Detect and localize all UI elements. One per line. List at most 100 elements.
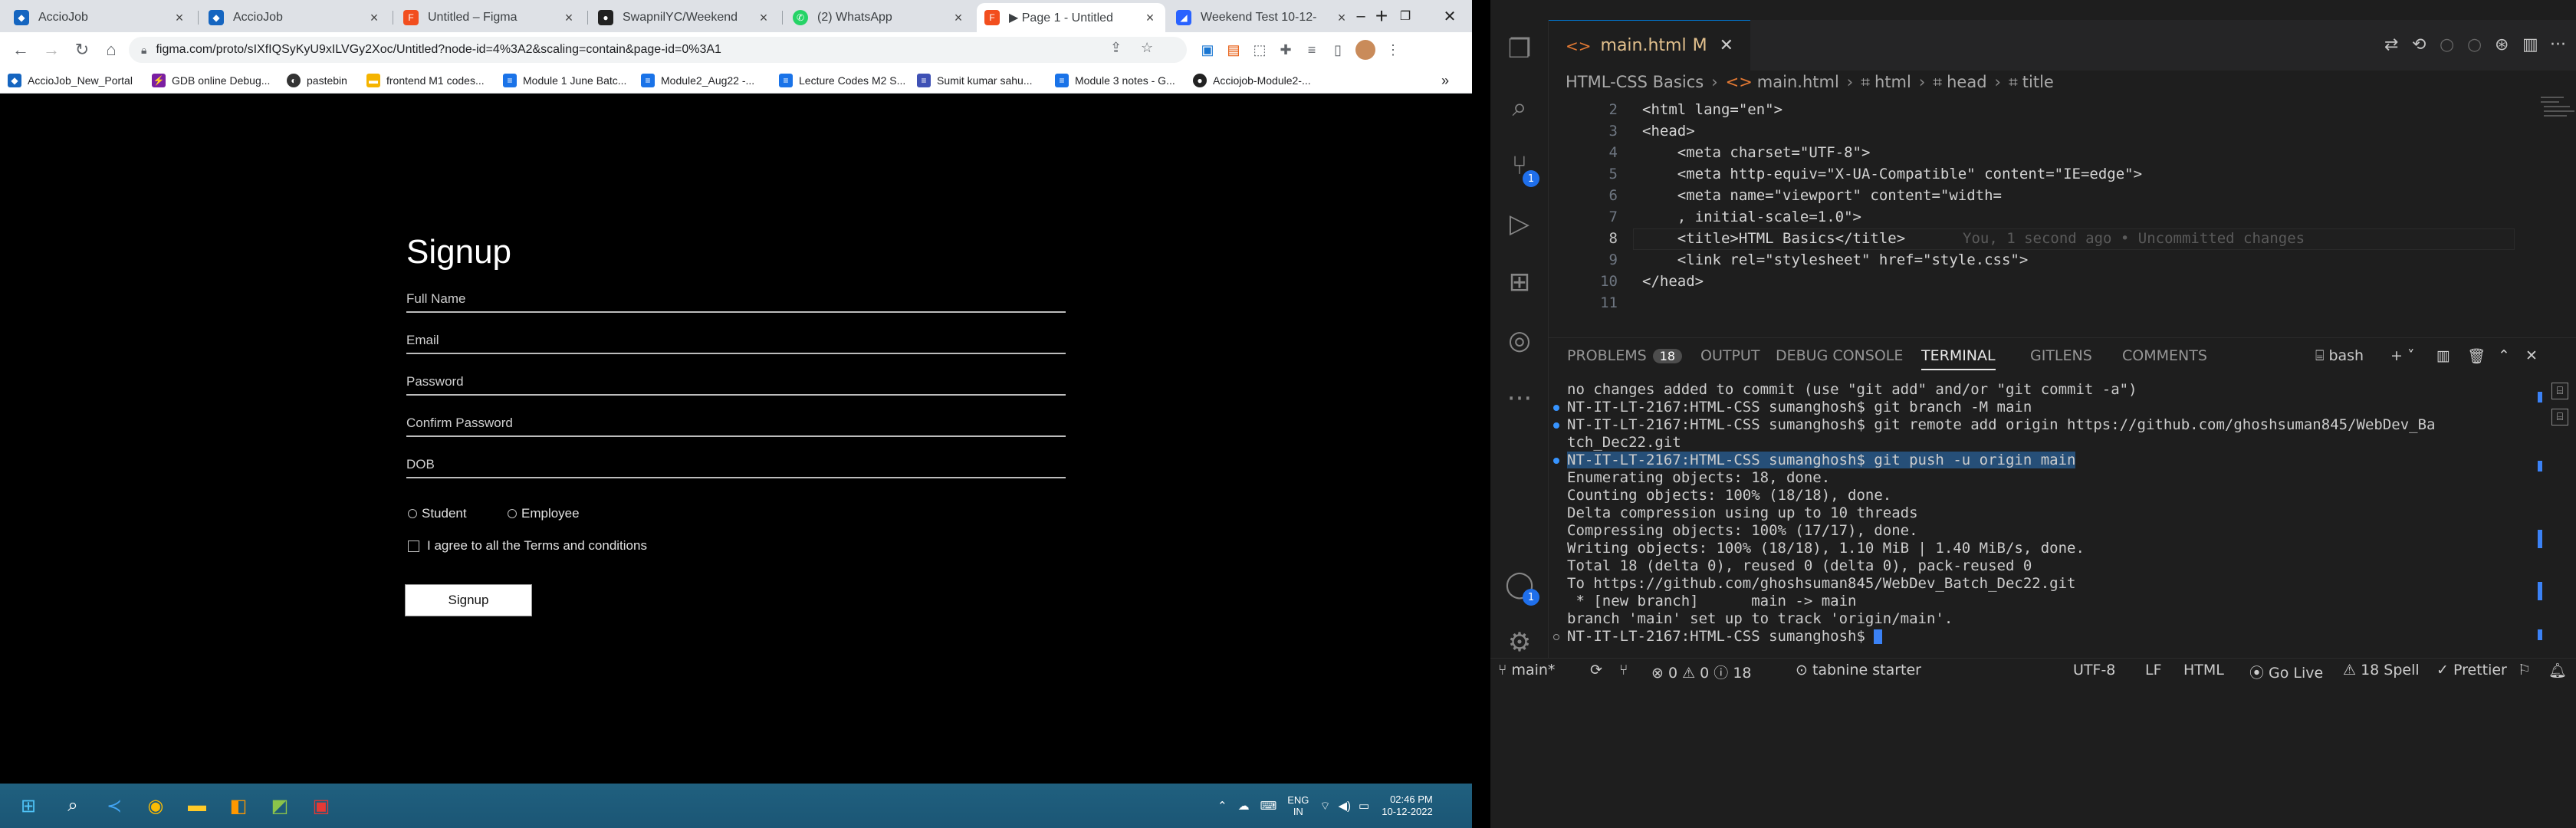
dob-field[interactable]: DOB — [406, 446, 1066, 478]
tab-weekend-test[interactable]: ◢ Weekend Test 10-12- × — [1168, 3, 1357, 32]
code-editor[interactable]: 2 <html lang="en"> 3 <head> 4 <meta char… — [1549, 94, 2576, 324]
language-mode[interactable]: HTML — [2183, 662, 2224, 678]
onedrive-icon[interactable]: ☁ — [1238, 799, 1250, 813]
bookmark-item[interactable]: ◐ pastebin — [287, 71, 347, 90]
close-icon[interactable]: × — [951, 10, 966, 26]
bookmark-item[interactable]: ≡ Sumit kumar sahu... — [917, 71, 1033, 90]
explorer-icon[interactable]: ❐ — [1490, 20, 1549, 78]
password-field[interactable]: Password — [406, 363, 1066, 396]
media-icon[interactable]: ≡ — [1302, 40, 1322, 60]
confirm-password-field[interactable]: Confirm Password — [406, 405, 1066, 437]
bookmark-item[interactable]: ≡ Module2_Aug22 -... — [641, 71, 754, 90]
chrome-icon[interactable]: ◉ — [140, 790, 172, 822]
tab-terminal[interactable]: TERMINAL — [1921, 347, 1996, 370]
git-graph-icon[interactable]: ⑂ — [1619, 662, 1628, 678]
student-radio[interactable]: Student — [408, 506, 467, 521]
close-window-icon[interactable]: ✕ — [1428, 0, 1472, 32]
clock[interactable]: 02:46 PM 10-12-2022 — [1382, 794, 1433, 818]
forward-icon[interactable]: → — [38, 37, 64, 63]
extension-icon[interactable]: ⬚ — [1250, 40, 1270, 60]
close-icon[interactable]: × — [172, 10, 187, 26]
encoding-indicator[interactable]: UTF-8 — [2073, 662, 2115, 678]
app-icon[interactable]: ◩ — [264, 790, 296, 822]
keyboard-icon[interactable]: ⌨ — [1260, 799, 1277, 813]
bookmark-item[interactable]: ≡ Module 3 notes - G... — [1055, 71, 1175, 90]
search-icon[interactable]: ⌕ — [1490, 78, 1549, 136]
full-name-field[interactable]: Full Name — [406, 281, 1066, 313]
source-control-icon[interactable]: ⑂ 1 — [1490, 136, 1549, 195]
close-icon[interactable]: × — [1142, 10, 1158, 26]
close-panel-icon[interactable]: ✕ — [2525, 347, 2538, 364]
more-icon[interactable]: ··· — [1490, 370, 1549, 428]
git-icon[interactable]: ○ — [2467, 35, 2482, 54]
vscode-icon[interactable]: ≺ — [98, 790, 130, 822]
tab-comments[interactable]: COMMENTS — [2122, 347, 2207, 364]
search-icon[interactable]: ⌕ — [57, 790, 89, 822]
tab-debug-console[interactable]: DEBUG CONSOLE — [1776, 347, 1903, 364]
email-field[interactable]: Email — [406, 322, 1066, 354]
sidepanel-icon[interactable]: ▯ — [1328, 40, 1348, 60]
feedback-icon[interactable]: ⚐ — [2518, 662, 2531, 678]
code-line[interactable]: <link rel="stylesheet" href="style.css"> — [1642, 251, 2029, 268]
bookmark-item[interactable]: ◆ AccioJob_New_Portal — [8, 71, 133, 90]
code-line[interactable]: <title>HTML Basics</title> — [1642, 230, 1905, 247]
sync-icon[interactable]: ⟳ — [1590, 662, 1602, 678]
tab-main-html[interactable]: <> main.html M ✕ — [1549, 20, 1751, 71]
extensions-puzzle-icon[interactable]: ✚ — [1276, 40, 1296, 60]
close-icon[interactable]: × — [756, 10, 771, 26]
terms-checkbox[interactable]: I agree to all the Terms and conditions — [408, 538, 647, 554]
code-line[interactable]: <html lang="en"> — [1642, 101, 1783, 118]
terminal-bash-instance-icon[interactable]: ⌸ — [2551, 383, 2568, 399]
bookmark-item[interactable]: ⚡ GDB online Debug... — [152, 71, 270, 90]
notifications-bell-icon[interactable]: 🔔︎ — [2548, 662, 2567, 679]
terminal-bash-instance-icon[interactable]: ⌸ — [2551, 409, 2568, 426]
bookmark-item[interactable]: ≡ Lecture Codes M2 S... — [779, 71, 905, 90]
chevron-up-icon[interactable]: ⌃ — [1217, 799, 1227, 813]
breadcrumb-item[interactable]: HTML-CSS Basics — [1566, 73, 1704, 91]
gitlens-icon[interactable]: ◎ — [1490, 311, 1549, 370]
code-line[interactable]: </head> — [1642, 273, 1704, 290]
minimap[interactable] — [2538, 94, 2576, 186]
share-icon[interactable]: ⇪ — [1110, 40, 1122, 56]
home-icon[interactable]: ⌂ — [98, 37, 124, 63]
breadcrumb-item[interactable]: title — [2022, 73, 2054, 91]
tab-acciojob-2[interactable]: ◆ AccioJob × — [201, 3, 389, 32]
close-icon[interactable]: ✕ — [1720, 36, 1733, 55]
go-back-icon[interactable]: ⟲ — [2412, 35, 2426, 54]
employee-radio[interactable]: Employee — [508, 506, 580, 521]
extensions-icon[interactable]: ⊞ — [1490, 253, 1549, 311]
code-line[interactable]: <meta charset="UTF-8"> — [1642, 144, 1871, 161]
extension-icon[interactable]: ▣ — [1198, 40, 1217, 60]
more-bookmarks-icon[interactable]: » — [1441, 71, 1449, 90]
go-live-button[interactable]: ⦿ Go Live — [2249, 662, 2323, 682]
volume-icon[interactable]: ◀) — [1339, 799, 1352, 813]
terminal-shell-selector[interactable]: ⌸ bash — [2315, 347, 2364, 364]
code-line[interactable]: , initial-scale=1.0"> — [1642, 209, 1861, 225]
battery-icon[interactable]: ▭ — [1359, 799, 1369, 813]
tab-figma[interactable]: F Untitled – Figma × — [396, 3, 584, 32]
app-icon[interactable]: ◧ — [222, 790, 255, 822]
tab-acciojob-1[interactable]: ◆ AccioJob × — [6, 3, 195, 32]
open-preview-icon[interactable]: ⊛ — [2495, 35, 2509, 54]
tab-problems[interactable]: PROBLEMS 18 — [1567, 347, 1683, 364]
code-line[interactable]: <meta http-equiv="X-UA-Compatible" conte… — [1642, 166, 2142, 182]
address-bar[interactable]: 🔒︎ figma.com/proto/sIXfIQSyKyU9xILVGy2Xo… — [129, 37, 1187, 63]
close-icon[interactable]: × — [561, 10, 577, 26]
close-icon[interactable]: × — [366, 10, 382, 26]
spell-check-indicator[interactable]: ⚠ 18 Spell — [2343, 662, 2420, 678]
compare-changes-icon[interactable]: ⇄ — [2384, 35, 2398, 54]
eol-indicator[interactable]: LF — [2145, 662, 2162, 678]
restore-icon[interactable]: ❐ — [1383, 0, 1428, 32]
problems-indicator[interactable]: ⊗ 0 ⚠ 0 ⓘ 18 — [1651, 662, 1752, 682]
more-actions-icon[interactable]: ··· — [2550, 35, 2566, 54]
tab-github[interactable]: ● SwapnilYC/Weekend × — [590, 3, 779, 32]
breadcrumb-item[interactable]: html — [1875, 73, 1911, 91]
branch-indicator[interactable]: ⑂ main* — [1498, 662, 1555, 678]
tabnine-indicator[interactable]: ⊙ tabnine starter — [1796, 662, 1921, 678]
trash-icon[interactable]: 🗑︎ — [2467, 347, 2486, 365]
new-terminal-icon[interactable]: + ˅ — [2390, 347, 2414, 364]
split-terminal-icon[interactable]: ▥ — [2436, 347, 2450, 364]
tab-whatsapp[interactable]: ✆ (2) WhatsApp × — [785, 3, 974, 32]
bookmark-item[interactable]: ≡ Module 1 June Batc... — [503, 71, 626, 90]
code-line[interactable]: <meta name="viewport" content="width= — [1642, 187, 2002, 204]
